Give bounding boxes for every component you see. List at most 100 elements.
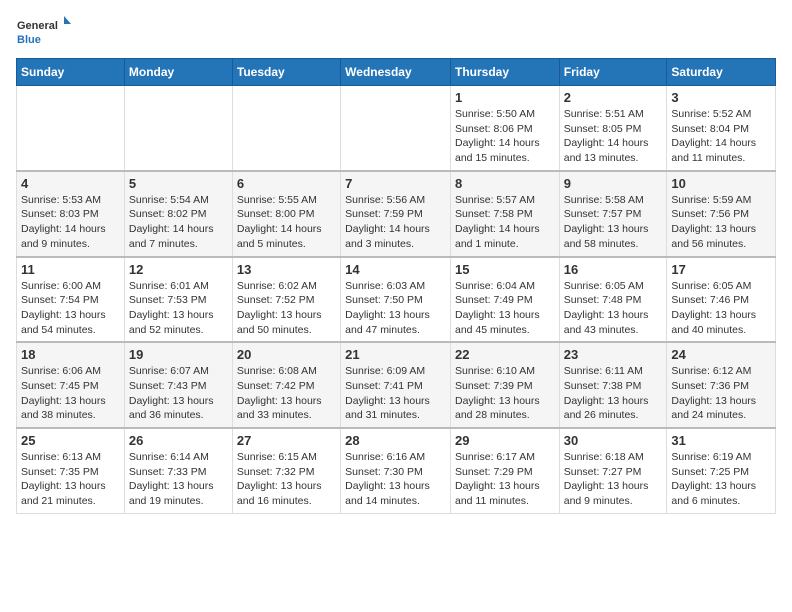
- day-number: 2: [564, 90, 663, 105]
- day-detail: Sunrise: 5:53 AM Sunset: 8:03 PM Dayligh…: [21, 193, 120, 252]
- day-number: 23: [564, 347, 663, 362]
- logo-svg: General Blue: [16, 16, 71, 48]
- day-number: 20: [237, 347, 336, 362]
- day-detail: Sunrise: 6:17 AM Sunset: 7:29 PM Dayligh…: [455, 450, 555, 509]
- calendar-cell: 16 Sunrise: 6:05 AM Sunset: 7:48 PM Dayli…: [559, 257, 667, 343]
- calendar-cell: [341, 86, 451, 171]
- svg-text:General: General: [17, 20, 58, 32]
- day-number: 7: [345, 176, 446, 191]
- calendar-table: SundayMondayTuesdayWednesdayThursdayFrid…: [16, 58, 776, 514]
- day-detail: Sunrise: 6:06 AM Sunset: 7:45 PM Dayligh…: [21, 364, 120, 423]
- day-number: 14: [345, 262, 446, 277]
- calendar-cell: 22 Sunrise: 6:10 AM Sunset: 7:39 PM Dayli…: [450, 342, 559, 428]
- day-detail: Sunrise: 5:51 AM Sunset: 8:05 PM Dayligh…: [564, 107, 663, 166]
- calendar-cell: [232, 86, 340, 171]
- calendar-cell: 2 Sunrise: 5:51 AM Sunset: 8:05 PM Daylig…: [559, 86, 667, 171]
- day-number: 29: [455, 433, 555, 448]
- day-detail: Sunrise: 5:56 AM Sunset: 7:59 PM Dayligh…: [345, 193, 446, 252]
- calendar-cell: 17 Sunrise: 6:05 AM Sunset: 7:46 PM Dayli…: [667, 257, 776, 343]
- calendar-cell: 28 Sunrise: 6:16 AM Sunset: 7:30 PM Dayli…: [341, 428, 451, 513]
- day-detail: Sunrise: 6:13 AM Sunset: 7:35 PM Dayligh…: [21, 450, 120, 509]
- day-detail: Sunrise: 6:16 AM Sunset: 7:30 PM Dayligh…: [345, 450, 446, 509]
- weekday-header-wednesday: Wednesday: [341, 59, 451, 86]
- calendar-cell: 8Sunrise: 5:57 AM Sunset: 7:58 PM Daylig…: [450, 171, 559, 257]
- day-number: 18: [21, 347, 120, 362]
- day-number: 22: [455, 347, 555, 362]
- calendar-week-row: 4 Sunrise: 5:53 AM Sunset: 8:03 PM Daylig…: [17, 171, 776, 257]
- day-number: 31: [671, 433, 771, 448]
- day-detail: Sunrise: 6:12 AM Sunset: 7:36 PM Dayligh…: [671, 364, 771, 423]
- calendar-cell: 1 Sunrise: 5:50 AM Sunset: 8:06 PM Daylig…: [450, 86, 559, 171]
- day-number: 6: [237, 176, 336, 191]
- day-number: 12: [129, 262, 228, 277]
- day-detail: Sunrise: 5:55 AM Sunset: 8:00 PM Dayligh…: [237, 193, 336, 252]
- day-number: 13: [237, 262, 336, 277]
- calendar-week-row: 18 Sunrise: 6:06 AM Sunset: 7:45 PM Dayli…: [17, 342, 776, 428]
- day-number: 9: [564, 176, 663, 191]
- calendar-cell: 24Sunrise: 6:12 AM Sunset: 7:36 PM Dayli…: [667, 342, 776, 428]
- day-number: 27: [237, 433, 336, 448]
- calendar-cell: 11Sunrise: 6:00 AM Sunset: 7:54 PM Dayli…: [17, 257, 125, 343]
- day-number: 28: [345, 433, 446, 448]
- day-detail: Sunrise: 6:02 AM Sunset: 7:52 PM Dayligh…: [237, 279, 336, 338]
- day-detail: Sunrise: 6:05 AM Sunset: 7:46 PM Dayligh…: [671, 279, 771, 338]
- calendar-cell: [124, 86, 232, 171]
- calendar-week-row: 25 Sunrise: 6:13 AM Sunset: 7:35 PM Dayli…: [17, 428, 776, 513]
- day-number: 17: [671, 262, 771, 277]
- day-number: 11: [21, 262, 120, 277]
- calendar-cell: 10 Sunrise: 5:59 AM Sunset: 7:56 PM Dayli…: [667, 171, 776, 257]
- calendar-cell: [17, 86, 125, 171]
- day-detail: Sunrise: 6:05 AM Sunset: 7:48 PM Dayligh…: [564, 279, 663, 338]
- day-detail: Sunrise: 6:11 AM Sunset: 7:38 PM Dayligh…: [564, 364, 663, 423]
- day-number: 19: [129, 347, 228, 362]
- calendar-cell: 30 Sunrise: 6:18 AM Sunset: 7:27 PM Dayli…: [559, 428, 667, 513]
- day-number: 8: [455, 176, 555, 191]
- day-detail: Sunrise: 5:54 AM Sunset: 8:02 PM Dayligh…: [129, 193, 228, 252]
- calendar-week-row: 1 Sunrise: 5:50 AM Sunset: 8:06 PM Daylig…: [17, 86, 776, 171]
- day-number: 30: [564, 433, 663, 448]
- day-number: 15: [455, 262, 555, 277]
- calendar-cell: 26 Sunrise: 6:14 AM Sunset: 7:33 PM Dayli…: [124, 428, 232, 513]
- day-detail: Sunrise: 5:59 AM Sunset: 7:56 PM Dayligh…: [671, 193, 771, 252]
- day-detail: Sunrise: 6:18 AM Sunset: 7:27 PM Dayligh…: [564, 450, 663, 509]
- day-detail: Sunrise: 6:03 AM Sunset: 7:50 PM Dayligh…: [345, 279, 446, 338]
- weekday-header-monday: Monday: [124, 59, 232, 86]
- calendar-cell: 6 Sunrise: 5:55 AM Sunset: 8:00 PM Daylig…: [232, 171, 340, 257]
- day-detail: Sunrise: 6:07 AM Sunset: 7:43 PM Dayligh…: [129, 364, 228, 423]
- day-number: 4: [21, 176, 120, 191]
- day-detail: Sunrise: 5:58 AM Sunset: 7:57 PM Dayligh…: [564, 193, 663, 252]
- weekday-header-thursday: Thursday: [450, 59, 559, 86]
- day-number: 26: [129, 433, 228, 448]
- calendar-cell: 27Sunrise: 6:15 AM Sunset: 7:32 PM Dayli…: [232, 428, 340, 513]
- day-detail: Sunrise: 6:04 AM Sunset: 7:49 PM Dayligh…: [455, 279, 555, 338]
- weekday-header-row: SundayMondayTuesdayWednesdayThursdayFrid…: [17, 59, 776, 86]
- calendar-cell: 29 Sunrise: 6:17 AM Sunset: 7:29 PM Dayli…: [450, 428, 559, 513]
- calendar-cell: 23 Sunrise: 6:11 AM Sunset: 7:38 PM Dayli…: [559, 342, 667, 428]
- calendar-cell: 18 Sunrise: 6:06 AM Sunset: 7:45 PM Dayli…: [17, 342, 125, 428]
- calendar-week-row: 11Sunrise: 6:00 AM Sunset: 7:54 PM Dayli…: [17, 257, 776, 343]
- day-number: 21: [345, 347, 446, 362]
- calendar-cell: 5Sunrise: 5:54 AM Sunset: 8:02 PM Daylig…: [124, 171, 232, 257]
- day-detail: Sunrise: 6:19 AM Sunset: 7:25 PM Dayligh…: [671, 450, 771, 509]
- header: General Blue: [16, 16, 776, 48]
- day-detail: Sunrise: 6:09 AM Sunset: 7:41 PM Dayligh…: [345, 364, 446, 423]
- calendar-cell: 21 Sunrise: 6:09 AM Sunset: 7:41 PM Dayli…: [341, 342, 451, 428]
- day-detail: Sunrise: 5:50 AM Sunset: 8:06 PM Dayligh…: [455, 107, 555, 166]
- calendar-cell: 12 Sunrise: 6:01 AM Sunset: 7:53 PM Dayli…: [124, 257, 232, 343]
- day-number: 10: [671, 176, 771, 191]
- svg-text:Blue: Blue: [17, 34, 41, 46]
- calendar-cell: 7 Sunrise: 5:56 AM Sunset: 7:59 PM Daylig…: [341, 171, 451, 257]
- calendar-cell: 15 Sunrise: 6:04 AM Sunset: 7:49 PM Dayli…: [450, 257, 559, 343]
- calendar-cell: 4 Sunrise: 5:53 AM Sunset: 8:03 PM Daylig…: [17, 171, 125, 257]
- day-detail: Sunrise: 6:14 AM Sunset: 7:33 PM Dayligh…: [129, 450, 228, 509]
- weekday-header-tuesday: Tuesday: [232, 59, 340, 86]
- day-number: 16: [564, 262, 663, 277]
- day-detail: Sunrise: 6:01 AM Sunset: 7:53 PM Dayligh…: [129, 279, 228, 338]
- day-detail: Sunrise: 6:10 AM Sunset: 7:39 PM Dayligh…: [455, 364, 555, 423]
- calendar-cell: 9 Sunrise: 5:58 AM Sunset: 7:57 PM Daylig…: [559, 171, 667, 257]
- day-detail: Sunrise: 5:52 AM Sunset: 8:04 PM Dayligh…: [671, 107, 771, 166]
- day-number: 25: [21, 433, 120, 448]
- logo: General Blue: [16, 16, 71, 48]
- day-number: 1: [455, 90, 555, 105]
- calendar-cell: 25 Sunrise: 6:13 AM Sunset: 7:35 PM Dayli…: [17, 428, 125, 513]
